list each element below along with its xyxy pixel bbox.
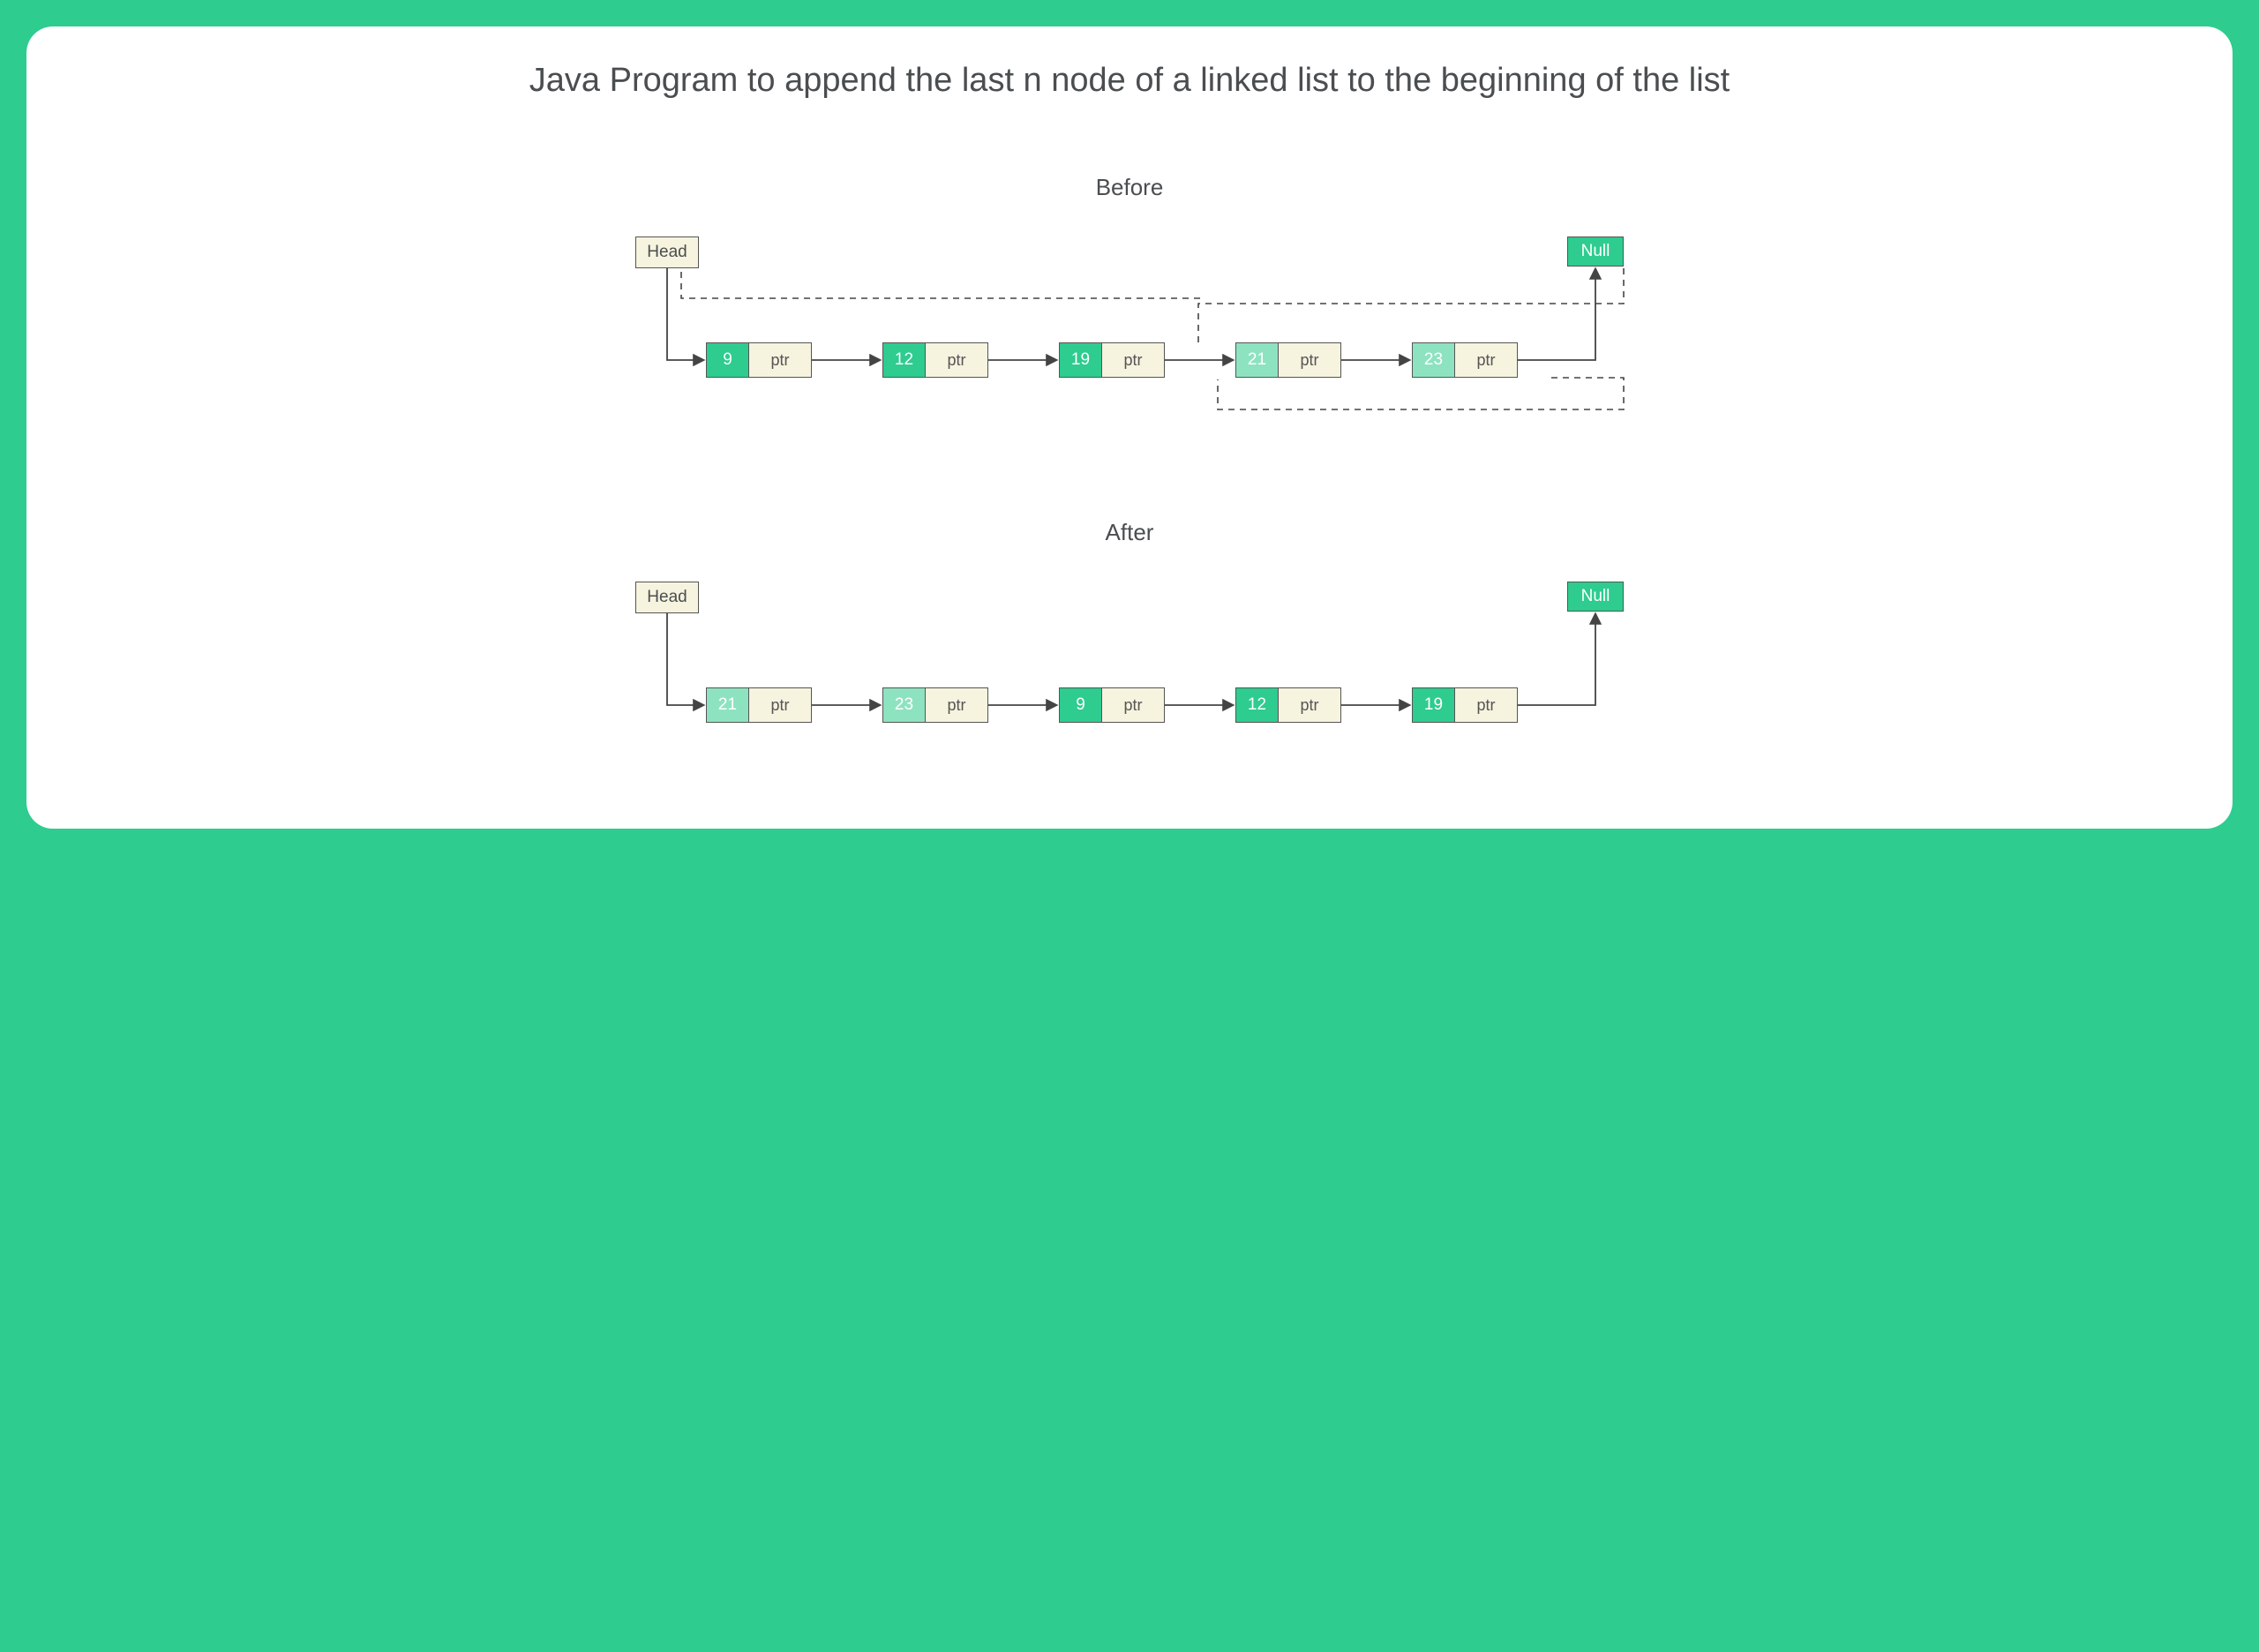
node-after-3: 12 ptr xyxy=(1235,687,1341,723)
node-ptr: ptr xyxy=(748,342,812,378)
head-text: Head xyxy=(647,588,687,607)
after-arrows xyxy=(618,582,1641,758)
head-box: Head xyxy=(635,237,699,268)
node-value: 9 xyxy=(1059,687,1101,723)
node-after-0: 21 ptr xyxy=(706,687,812,723)
before-diagram: Head Null 9 ptr 12 ptr 19 ptr 21 ptr 23 … xyxy=(618,237,1641,466)
node-value: 23 xyxy=(882,687,925,723)
node-before-3: 21 ptr xyxy=(1235,342,1341,378)
node-before-1: 12 ptr xyxy=(882,342,988,378)
null-box: Null xyxy=(1567,237,1624,267)
null-text: Null xyxy=(1581,587,1610,606)
node-value: 19 xyxy=(1059,342,1101,378)
node-ptr: ptr xyxy=(1278,342,1341,378)
node-value: 21 xyxy=(1235,342,1278,378)
node-before-2: 19 ptr xyxy=(1059,342,1165,378)
node-ptr: ptr xyxy=(1454,342,1518,378)
node-value: 19 xyxy=(1412,687,1454,723)
node-ptr: ptr xyxy=(925,342,988,378)
node-ptr: ptr xyxy=(1101,342,1165,378)
after-label: After xyxy=(62,519,2197,546)
node-value: 12 xyxy=(1235,687,1278,723)
page-title: Java Program to append the last n node o… xyxy=(62,58,2197,103)
before-label: Before xyxy=(62,174,2197,201)
card: Java Program to append the last n node o… xyxy=(26,26,2233,829)
node-value: 12 xyxy=(882,342,925,378)
node-before-0: 9 ptr xyxy=(706,342,812,378)
node-value: 21 xyxy=(706,687,748,723)
node-after-1: 23 ptr xyxy=(882,687,988,723)
node-ptr: ptr xyxy=(925,687,988,723)
after-diagram: Head Null 21 ptr 23 ptr 9 ptr 12 ptr 19 … xyxy=(618,582,1641,758)
node-ptr: ptr xyxy=(748,687,812,723)
node-after-2: 9 ptr xyxy=(1059,687,1165,723)
node-ptr: ptr xyxy=(1278,687,1341,723)
node-ptr: ptr xyxy=(1454,687,1518,723)
node-ptr: ptr xyxy=(1101,687,1165,723)
null-text: Null xyxy=(1581,242,1610,261)
node-value: 23 xyxy=(1412,342,1454,378)
head-box: Head xyxy=(635,582,699,613)
node-before-4: 23 ptr xyxy=(1412,342,1518,378)
head-text: Head xyxy=(647,243,687,262)
node-after-4: 19 ptr xyxy=(1412,687,1518,723)
node-value: 9 xyxy=(706,342,748,378)
null-box: Null xyxy=(1567,582,1624,612)
